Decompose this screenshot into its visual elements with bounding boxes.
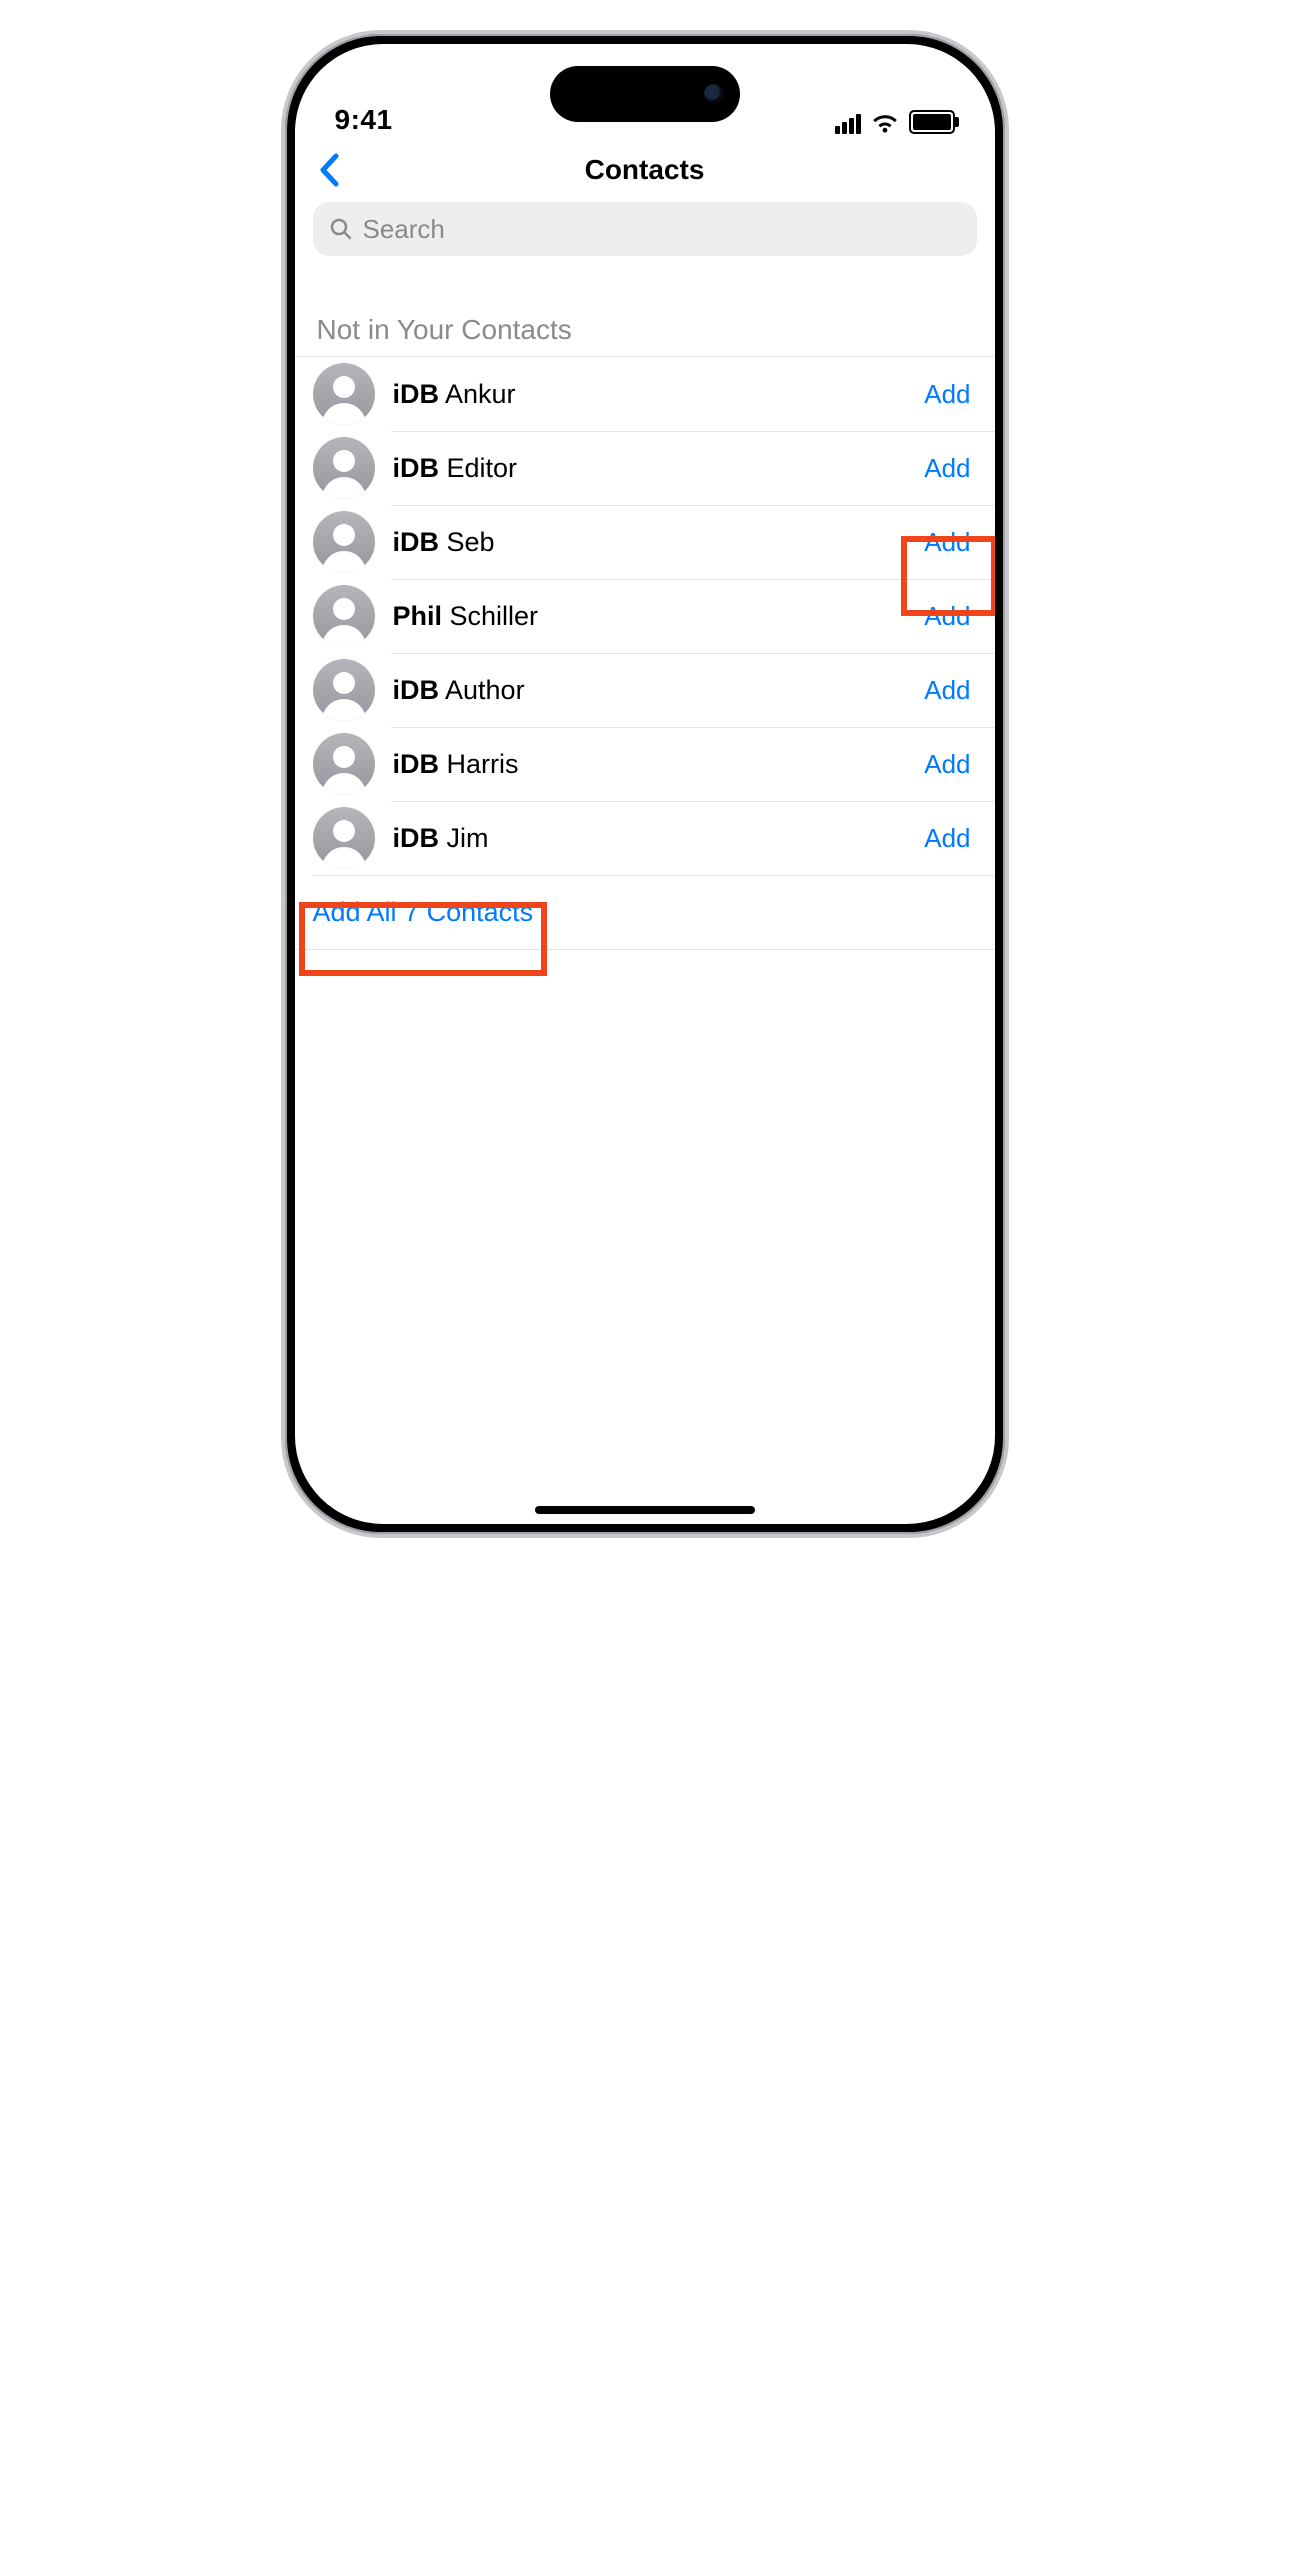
add-all-label: Add All 7 Contacts <box>313 897 534 928</box>
search-icon <box>329 217 353 241</box>
phone-frame: 9:41 Contacts <box>281 30 1009 1538</box>
battery-icon <box>909 110 955 134</box>
side-button <box>281 304 285 354</box>
page-title: Contacts <box>585 154 705 186</box>
avatar <box>313 733 375 795</box>
add-button[interactable]: Add <box>922 745 972 783</box>
cellular-icon <box>835 114 861 134</box>
dynamic-island <box>550 66 740 122</box>
contact-list: iDB AnkurAddiDB EditorAddiDB SebAddPhil … <box>295 357 995 875</box>
section-header: Not in Your Contacts <box>295 280 995 357</box>
contact-row[interactable]: iDB EditorAdd <box>295 431 995 505</box>
add-button[interactable]: Add <box>922 375 972 413</box>
contact-row[interactable]: iDB HarrisAdd <box>295 727 995 801</box>
contact-row[interactable]: Phil SchillerAdd <box>295 579 995 653</box>
add-button[interactable]: Add <box>922 597 972 635</box>
wifi-icon <box>871 112 899 134</box>
add-button[interactable]: Add <box>922 819 972 857</box>
contact-name: iDB Ankur <box>393 379 923 410</box>
avatar <box>313 659 375 721</box>
contact-row[interactable]: iDB JimAdd <box>295 801 995 875</box>
contact-name: iDB Seb <box>393 527 923 558</box>
contact-name: iDB Harris <box>393 749 923 780</box>
avatar <box>313 511 375 573</box>
contact-row[interactable]: iDB SebAdd <box>295 505 995 579</box>
status-time: 9:41 <box>335 104 393 136</box>
avatar <box>313 437 375 499</box>
side-button <box>1005 434 1009 584</box>
search-input[interactable]: Search <box>313 202 977 256</box>
contact-row[interactable]: iDB AuthorAdd <box>295 653 995 727</box>
search-placeholder: Search <box>363 214 445 245</box>
contact-name: Phil Schiller <box>393 601 923 632</box>
contact-name: iDB Author <box>393 675 923 706</box>
side-button <box>281 384 285 479</box>
side-button <box>281 504 285 599</box>
contact-name: iDB Jim <box>393 823 923 854</box>
avatar <box>313 585 375 647</box>
back-button[interactable] <box>311 152 347 188</box>
home-indicator <box>535 1506 755 1514</box>
avatar <box>313 807 375 869</box>
add-all-contacts-button[interactable]: Add All 7 Contacts <box>295 875 995 950</box>
contact-name: iDB Editor <box>393 453 923 484</box>
contact-row[interactable]: iDB AnkurAdd <box>295 357 995 431</box>
add-button[interactable]: Add <box>922 671 972 709</box>
add-button[interactable]: Add <box>922 449 972 487</box>
avatar <box>313 363 375 425</box>
nav-bar: Contacts <box>295 142 995 198</box>
add-button[interactable]: Add <box>922 523 972 561</box>
